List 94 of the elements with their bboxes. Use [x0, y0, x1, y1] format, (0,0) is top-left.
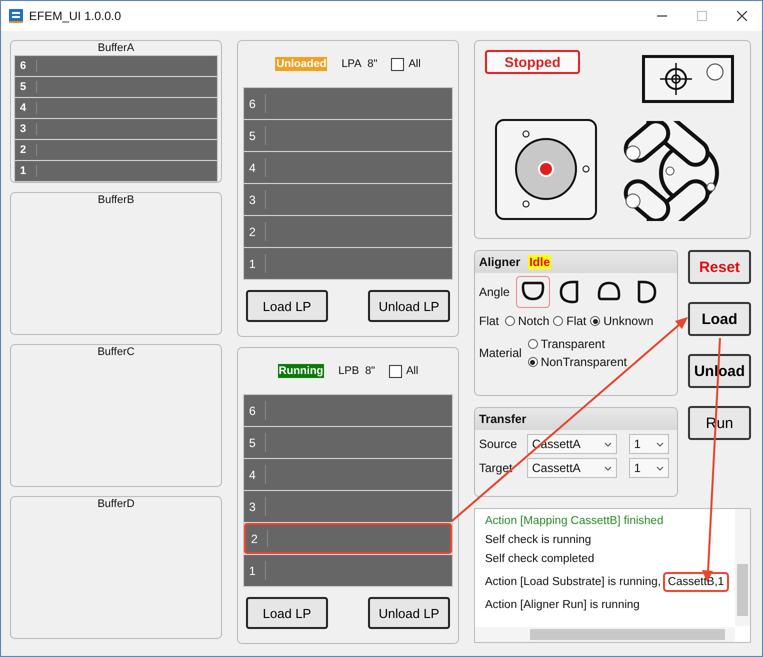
slot-number: 1 — [244, 561, 266, 580]
slot-number: 2 — [15, 144, 37, 156]
slot-row[interactable]: 4 — [244, 459, 452, 490]
slot-number: 4 — [244, 158, 266, 177]
buffer-title: BufferB — [96, 193, 136, 207]
radio-label: Flat — [566, 314, 586, 328]
slot-number: 4 — [244, 465, 266, 484]
dropdown[interactable]: 1 — [629, 458, 669, 478]
port-status: Running — [278, 364, 324, 378]
slot-number: 6 — [244, 401, 266, 420]
slot-row[interactable]: 1 — [244, 555, 452, 586]
slot-number: 4 — [15, 102, 37, 114]
close-icon[interactable] — [737, 11, 747, 21]
machine-status: Stopped — [485, 50, 580, 74]
radio-button[interactable] — [505, 316, 516, 326]
port-button[interactable]: Load LP — [246, 597, 328, 629]
wafer-size: 8" — [367, 58, 378, 70]
slot-row[interactable]: 3 — [244, 491, 452, 522]
slot-row[interactable]: 2 — [244, 523, 452, 554]
slot-number: 3 — [244, 190, 266, 209]
slot-number: 1 — [244, 254, 266, 273]
buffer-title: BufferC — [96, 345, 136, 359]
action-button[interactable]: Reset — [688, 250, 751, 284]
checkbox-label: All — [406, 365, 418, 377]
field-label: Flat — [479, 314, 500, 328]
radio-label: NonTransparent — [540, 355, 627, 369]
app-icon — [9, 9, 23, 23]
slot-row[interactable]: 2 — [244, 216, 452, 247]
slot-row[interactable]: 6 — [244, 395, 452, 426]
vertical-scrollbar[interactable] — [735, 509, 750, 626]
radio-button[interactable] — [528, 339, 538, 349]
checkbox[interactable] — [391, 58, 404, 70]
slot-number: 6 — [244, 94, 266, 113]
dropdown[interactable]: 1 — [629, 434, 669, 454]
slot-number: 2 — [246, 530, 268, 547]
slot-number: 5 — [15, 81, 37, 93]
aligner-status: Idle — [528, 255, 552, 269]
radio-label: Unknown — [603, 314, 654, 328]
slot-number: 5 — [244, 126, 266, 145]
slot-row[interactable]: 4 — [244, 152, 452, 183]
field-label: Target — [479, 461, 514, 475]
slot-row[interactable]: 2 — [15, 140, 217, 160]
slot-row[interactable]: 6 — [244, 88, 452, 119]
action-button[interactable]: Load — [688, 302, 751, 336]
slot-row[interactable]: 6 — [15, 56, 217, 76]
angle-option[interactable] — [516, 276, 550, 308]
group-title: Aligner — [479, 255, 520, 269]
field-label: Material — [479, 346, 522, 360]
radio-button[interactable] — [590, 316, 600, 326]
port-button[interactable]: Load LP — [246, 290, 328, 322]
slot-row[interactable]: 1 — [15, 161, 217, 181]
slot-row[interactable]: 3 — [15, 119, 217, 139]
slot-row[interactable]: 3 — [244, 184, 452, 215]
field-label: Angle — [479, 285, 510, 299]
port-button[interactable]: Unload LP — [368, 290, 450, 322]
radio-button[interactable] — [553, 316, 564, 326]
slot-row[interactable]: 5 — [244, 427, 452, 458]
slot-number: 3 — [244, 497, 266, 516]
buffer-title: BufferA — [96, 41, 136, 55]
port-name: LPB — [338, 365, 360, 377]
slot-row[interactable]: 1 — [244, 248, 452, 279]
log-line: Action [Mapping CassettB] finished — [485, 515, 664, 527]
slot-number: 1 — [15, 165, 37, 177]
field-label: Source — [479, 437, 518, 451]
slot-number: 6 — [15, 60, 37, 72]
slot-row[interactable]: 5 — [15, 77, 217, 97]
slot-number: 2 — [244, 222, 266, 241]
caret-icon — [604, 442, 612, 446]
dropdown[interactable]: CassettA — [527, 458, 617, 478]
window-title: EFEM_UI 1.0.0.0 — [29, 9, 122, 23]
log-line: Self check is running — [485, 534, 592, 546]
port-button[interactable]: Unload LP — [368, 597, 450, 629]
slot-number: 3 — [15, 123, 37, 135]
caret-icon — [656, 442, 664, 446]
log-line: Action [Aligner Run] is running — [485, 599, 640, 611]
horizontal-scrollbar[interactable] — [475, 627, 735, 642]
radio-button[interactable] — [528, 357, 538, 367]
log-line: Action [Load Substrate] is running, — [485, 576, 661, 588]
checkbox[interactable] — [389, 364, 402, 378]
radio-label: Transparent — [540, 337, 605, 351]
group-title: Transfer — [479, 412, 526, 426]
wafer-size: 8" — [365, 365, 376, 377]
slot-row[interactable]: 5 — [244, 120, 452, 151]
port-name: LPA — [341, 58, 362, 70]
port-status: Unloaded — [275, 57, 328, 71]
slot-row[interactable]: 4 — [15, 98, 217, 118]
log-detail: CassettB,1 — [662, 572, 730, 592]
radio-label: Notch — [518, 314, 550, 328]
slot-number: 5 — [244, 433, 266, 452]
buffer-title: BufferD — [96, 497, 136, 511]
caret-icon — [604, 466, 612, 470]
checkbox-label: All — [408, 58, 421, 70]
caret-icon — [656, 466, 664, 470]
log-line: Self check completed — [485, 553, 594, 565]
